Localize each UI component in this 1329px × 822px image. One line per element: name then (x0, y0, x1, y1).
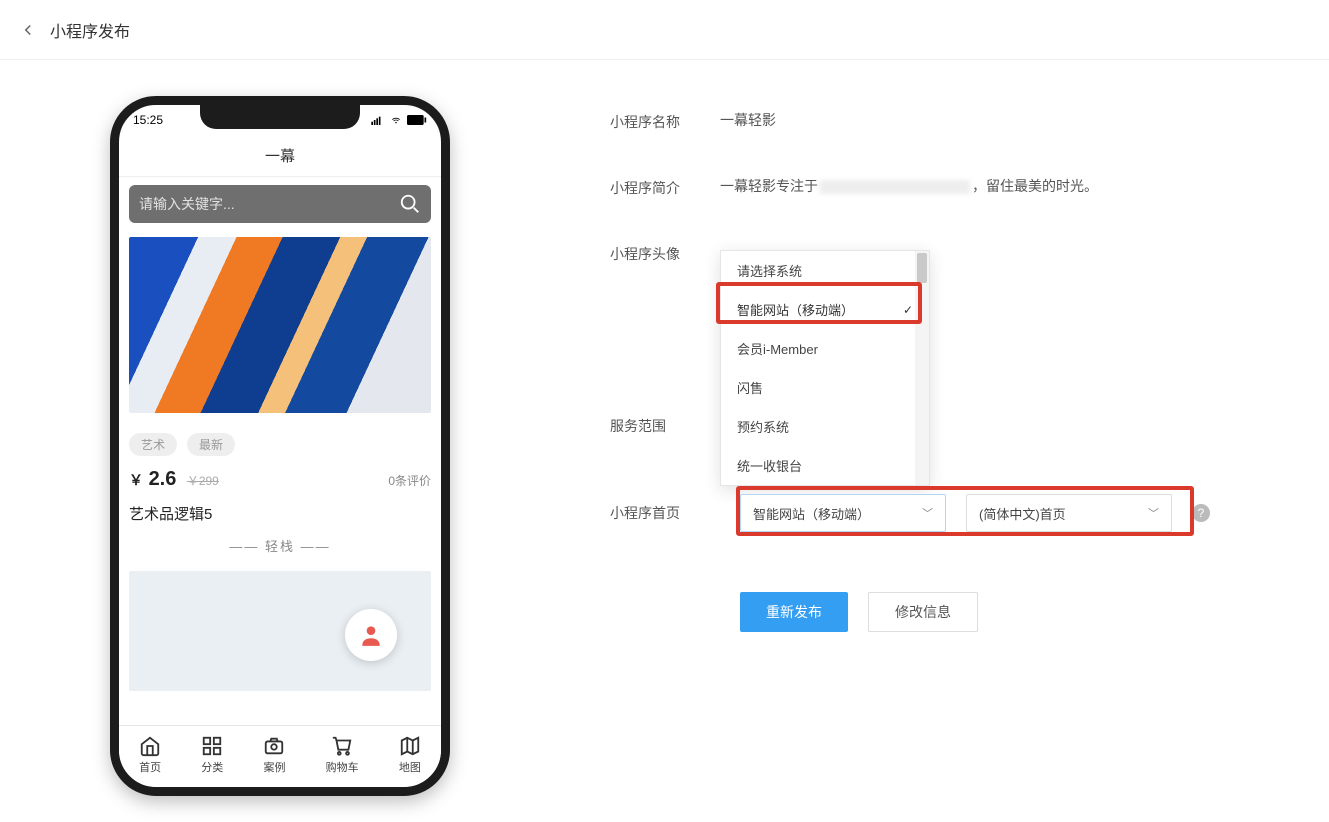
dropdown-scrollbar[interactable] (915, 251, 929, 485)
value-app-desc: 一幕轻影专注于，留住最美的时光。 (720, 176, 1098, 196)
system-dropdown[interactable]: 请选择系统 智能网站（移动端） ✓ 会员i-Member 闪售 预约系统 统一收… (720, 250, 930, 486)
check-icon: ✓ (903, 303, 913, 317)
user-fab[interactable] (345, 609, 397, 661)
dropdown-placeholder[interactable]: 请选择系统 (721, 251, 929, 290)
map-icon (399, 735, 421, 757)
republish-button[interactable]: 重新发布 (740, 592, 848, 632)
product-subtitle: —— 轻栈 —— (129, 536, 431, 555)
signal-icon (371, 115, 385, 125)
phone-notch (200, 105, 360, 129)
product-tags: 艺术 最新 (129, 433, 431, 456)
tab-home[interactable]: 首页 (139, 735, 161, 775)
label-app-home: 小程序首页 (610, 503, 720, 523)
label-app-avatar: 小程序头像 (610, 242, 720, 264)
status-time: 15:25 (133, 113, 163, 127)
label-app-desc: 小程序简介 (610, 176, 720, 198)
cart-icon (331, 735, 353, 757)
page-title: 小程序发布 (50, 18, 130, 42)
product-price: ￥ 2.6 (129, 468, 176, 490)
chevron-down-icon: ﹀ (922, 505, 933, 521)
home-select-system[interactable]: 智能网站（移动端） ﹀ (740, 494, 946, 532)
user-icon (358, 622, 384, 648)
search-input[interactable]: 请输入关键字... (129, 185, 431, 223)
edit-info-button[interactable]: 修改信息 (868, 592, 978, 632)
value-app-name: 一幕轻影 (720, 110, 776, 130)
phone-preview: 15:25 一幕 请输入关键字... (0, 90, 560, 796)
dropdown-option-1[interactable]: 会员i-Member (721, 329, 929, 368)
search-icon (399, 193, 421, 215)
tag-new[interactable]: 最新 (187, 433, 235, 456)
tab-cases[interactable]: 案例 (263, 735, 285, 775)
back-arrow[interactable] (18, 20, 38, 40)
product-title[interactable]: 艺术品逻辑5 (129, 503, 431, 524)
tab-cart[interactable]: 购物车 (326, 735, 359, 775)
tab-map[interactable]: 地图 (399, 735, 421, 775)
help-icon[interactable]: ? (1192, 504, 1210, 522)
dropdown-option-4[interactable]: 统一收银台 (721, 446, 929, 485)
dropdown-option-2[interactable]: 闪售 (721, 368, 929, 407)
grid-icon (201, 735, 223, 757)
dropdown-option-0[interactable]: 智能网站（移动端） ✓ (721, 290, 929, 329)
product-reviews[interactable]: 0条评价 (388, 472, 431, 489)
camera-icon (263, 735, 285, 757)
home-select-page[interactable]: (简体中文)首页 ﹀ (966, 494, 1172, 532)
chevron-down-icon: ﹀ (1148, 505, 1159, 521)
wifi-icon (389, 115, 403, 125)
phone-tabbar: 首页 分类 案例 购物车 (119, 725, 441, 787)
redacted-text (820, 180, 970, 194)
dropdown-option-3[interactable]: 预约系统 (721, 407, 929, 446)
label-app-name: 小程序名称 (610, 110, 720, 132)
product-image[interactable] (129, 237, 431, 413)
search-placeholder: 请输入关键字... (139, 194, 399, 214)
tab-category[interactable]: 分类 (201, 735, 223, 775)
home-icon (139, 735, 161, 757)
label-service-scope: 服务范围 (610, 414, 720, 436)
product-old-price: ￥299 (187, 474, 219, 488)
tag-art[interactable]: 艺术 (129, 433, 177, 456)
battery-icon (407, 115, 427, 125)
